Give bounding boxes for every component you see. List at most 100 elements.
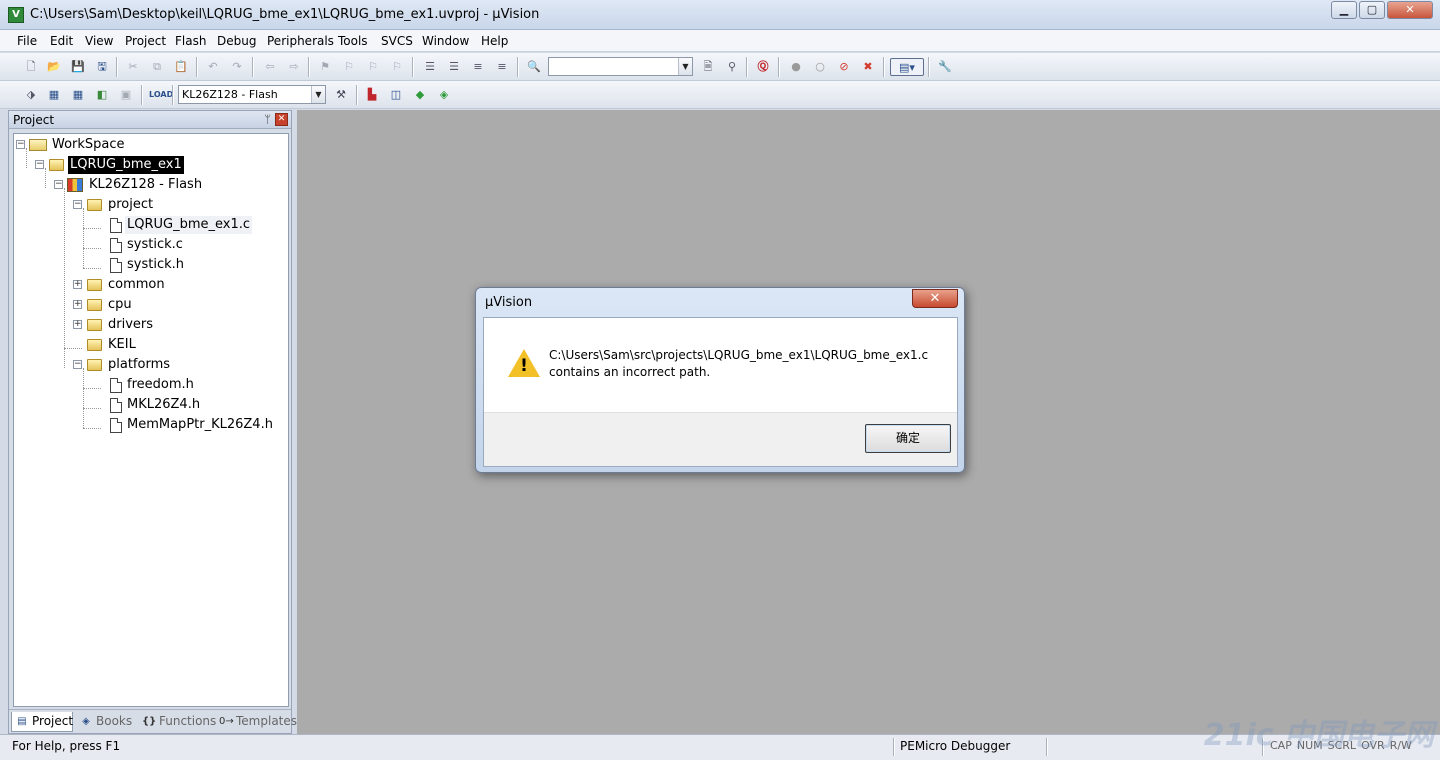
uncomment-icon[interactable]: ≡: [493, 58, 511, 76]
tab-templates[interactable]: 0→ Templates: [216, 712, 297, 732]
open-file-icon[interactable]: 📂: [45, 58, 63, 76]
target-select[interactable]: KL26Z128 - Flash ▼: [178, 85, 326, 104]
stop-build-icon[interactable]: ▣: [117, 86, 135, 104]
tree-item-group[interactable]: − platforms: [14, 356, 284, 374]
tree-item-file[interactable]: LQRUG_bme_ex1.c: [14, 216, 284, 234]
maximize-button[interactable]: ▢: [1359, 1, 1385, 19]
file-extensions-icon[interactable]: ▙: [363, 86, 381, 104]
find-combo[interactable]: ▼: [548, 57, 693, 76]
translate-icon[interactable]: ⬗: [22, 86, 40, 104]
menu-peripherals[interactable]: Peripherals: [267, 34, 334, 48]
dialog-message-line: C:\Users\Sam\src\projects\LQRUG_bme_ex1\…: [549, 348, 929, 362]
menu-project[interactable]: Project: [125, 34, 166, 48]
paste-icon[interactable]: 📋: [172, 58, 190, 76]
menu-help[interactable]: Help: [481, 34, 508, 48]
expand-icon[interactable]: +: [73, 300, 82, 309]
collapse-icon[interactable]: −: [16, 140, 25, 149]
kill-all-breakpoints-icon[interactable]: ✖: [859, 58, 877, 76]
indent-icon[interactable]: ☰: [421, 58, 439, 76]
redo-icon[interactable]: ↷: [228, 58, 246, 76]
expand-icon[interactable]: +: [73, 280, 82, 289]
collapse-icon[interactable]: −: [54, 180, 63, 189]
tree-item-group[interactable]: KEIL: [14, 336, 284, 354]
menu-file[interactable]: File: [17, 34, 37, 48]
save-icon[interactable]: 💾: [69, 58, 87, 76]
tree-item-project[interactable]: − LQRUG_bme_ex1: [14, 156, 284, 174]
toolbar-separator: [778, 57, 780, 77]
find-in-files-icon[interactable]: 🔍: [525, 58, 543, 76]
new-file-icon[interactable]: 🗋: [22, 58, 40, 76]
target-select-value: KL26Z128 - Flash: [182, 88, 278, 101]
chevron-down-icon[interactable]: ▼: [311, 86, 325, 103]
next-bookmark-icon[interactable]: ⚐: [364, 58, 382, 76]
collapse-icon[interactable]: −: [73, 360, 82, 369]
dialog-close-button[interactable]: ✕: [912, 289, 958, 308]
tree-item-file[interactable]: systick.c: [14, 236, 284, 254]
clear-bookmarks-icon[interactable]: ⚐: [388, 58, 406, 76]
find-icon[interactable]: 🗎: [699, 58, 717, 76]
close-button[interactable]: ✕: [1387, 1, 1433, 19]
watermark-logo: 21ic 中国电子网: [1203, 718, 1434, 753]
tree-item-file[interactable]: systick.h: [14, 256, 284, 274]
panel-close-icon[interactable]: ✕: [275, 113, 288, 126]
tree-item-target[interactable]: − KL26Z128 - Flash: [14, 176, 284, 194]
copy-icon[interactable]: ⧉: [148, 58, 166, 76]
window-layout-icon[interactable]: ▤▾: [890, 58, 924, 76]
tab-books[interactable]: ◈ Books: [76, 712, 136, 732]
collapse-icon[interactable]: −: [35, 160, 44, 169]
menu-flash[interactable]: Flash: [175, 34, 206, 48]
menu-debug[interactable]: Debug: [217, 34, 256, 48]
tree-item-group[interactable]: + cpu: [14, 296, 284, 314]
insert-bookmark-icon[interactable]: ⚑: [316, 58, 334, 76]
pack-installer-icon[interactable]: ◈: [435, 86, 453, 104]
navigate-forward-icon[interactable]: ⇨: [285, 58, 303, 76]
undo-icon[interactable]: ↶: [204, 58, 222, 76]
menu-window[interactable]: Window: [422, 34, 469, 48]
toolbar-separator: [308, 57, 310, 77]
download-icon[interactable]: LOAD: [149, 86, 173, 104]
disable-breakpoint-icon[interactable]: ○: [811, 58, 829, 76]
file-icon: [110, 418, 122, 433]
menu-edit[interactable]: Edit: [50, 34, 73, 48]
previous-bookmark-icon[interactable]: ⚐: [340, 58, 358, 76]
breakpoint-icon[interactable]: ●: [787, 58, 805, 76]
collapse-icon[interactable]: −: [73, 200, 82, 209]
save-all-icon[interactable]: 🖫: [93, 58, 111, 76]
tree-item-group[interactable]: + common: [14, 276, 284, 294]
tab-functions[interactable]: {} Functions: [139, 712, 216, 732]
comment-icon[interactable]: ≡: [469, 58, 487, 76]
manage-components-icon[interactable]: ◫: [387, 86, 405, 104]
toolbar-separator: [172, 85, 174, 105]
tree-item-label: KEIL: [108, 337, 136, 352]
unindent-icon[interactable]: ☰: [445, 58, 463, 76]
file-icon: [110, 218, 122, 233]
tree-item-file[interactable]: MKL26Z4.h: [14, 396, 284, 414]
batch-build-icon[interactable]: ◧: [93, 86, 111, 104]
cut-icon[interactable]: ✂: [124, 58, 142, 76]
menu-svcs[interactable]: SVCS: [381, 34, 413, 48]
build-icon[interactable]: ▦: [45, 86, 63, 104]
tree-item-group[interactable]: + drivers: [14, 316, 284, 334]
pin-icon[interactable]: ᛘ: [264, 113, 271, 126]
tree-item-file[interactable]: freedom.h: [14, 376, 284, 394]
tab-project[interactable]: ▤ Project: [11, 712, 73, 732]
file-icon: [110, 238, 122, 253]
tree-item-file[interactable]: MemMapPtr_KL26Z4.h: [14, 416, 284, 434]
menu-tools[interactable]: Tools: [338, 34, 368, 48]
tree-item-workspace[interactable]: − WorkSpace: [14, 136, 284, 154]
target-options-icon[interactable]: ⚒: [332, 86, 350, 104]
expand-icon[interactable]: +: [73, 320, 82, 329]
menu-view[interactable]: View: [85, 34, 113, 48]
minimize-button[interactable]: ▁: [1331, 1, 1357, 19]
chevron-down-icon[interactable]: ▼: [678, 58, 692, 75]
incremental-find-icon[interactable]: ⚲: [723, 58, 741, 76]
tree-item-group[interactable]: − project: [14, 196, 284, 214]
navigate-back-icon[interactable]: ⇦: [261, 58, 279, 76]
toolbar-separator: [196, 57, 198, 77]
rebuild-icon[interactable]: ▦: [69, 86, 87, 104]
configure-icon[interactable]: 🔧: [936, 58, 954, 76]
ok-button[interactable]: 确定: [865, 424, 951, 453]
start-debug-icon[interactable]: Ⓠ: [754, 58, 772, 76]
select-packs-icon[interactable]: ◆: [411, 86, 429, 104]
disable-all-breakpoints-icon[interactable]: ⊘: [835, 58, 853, 76]
